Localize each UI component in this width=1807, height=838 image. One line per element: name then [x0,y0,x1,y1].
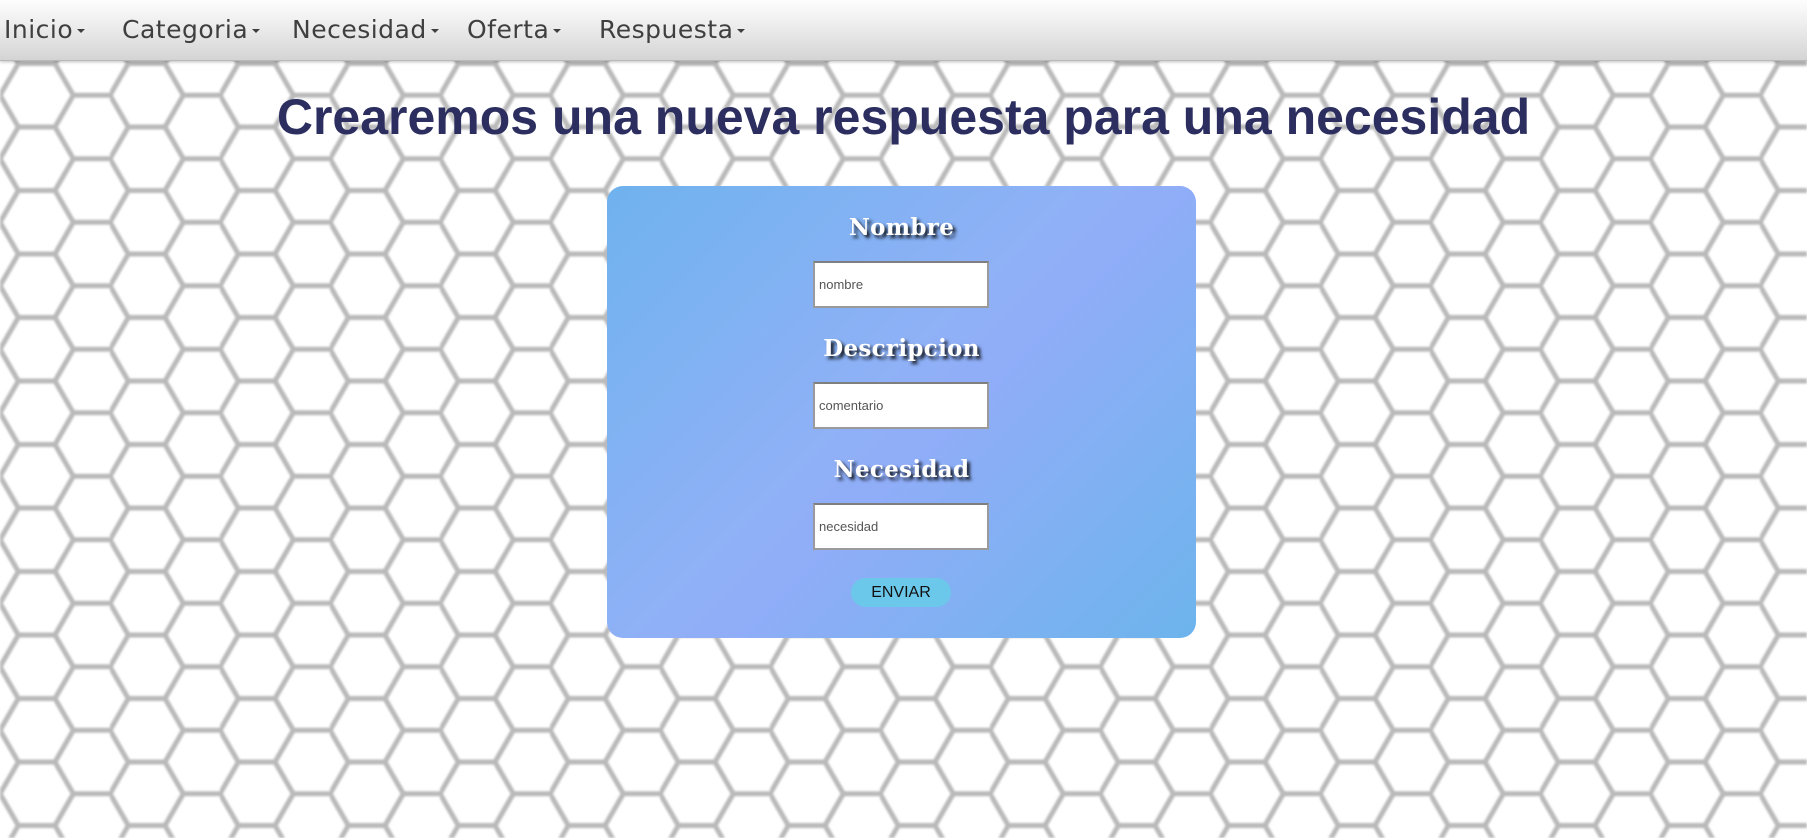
nombre-input[interactable] [813,261,989,308]
caret-down-icon [252,28,261,33]
caret-down-icon [737,28,746,33]
enviar-button[interactable]: ENVIAR [851,578,951,607]
nav-item-label: Categoria [122,14,249,44]
nav-item-label: Inicio [4,14,74,44]
nav-item-necesidad[interactable]: Necesidad [292,0,439,58]
nav-item-respuesta[interactable]: Respuesta [599,0,746,58]
nav-item-categoria[interactable]: Categoria [122,0,261,58]
nav-item-inicio[interactable]: Inicio [4,0,86,58]
necesidad-label: Necesidad [833,456,970,483]
nav-item-label: Necesidad [292,14,427,44]
top-navbar: Inicio Categoria Necesidad Oferta Respue… [0,0,1807,61]
nombre-label: Nombre [848,214,955,241]
response-form: Nombre Descripcion Necesidad ENVIAR [607,186,1196,638]
caret-down-icon [77,28,86,33]
caret-down-icon [553,28,562,33]
nav-item-label: Respuesta [599,14,734,44]
nav-item-oferta[interactable]: Oferta [467,0,562,58]
comentario-input[interactable] [813,382,989,429]
necesidad-input[interactable] [813,503,989,550]
page-title: Crearemos una nueva respuesta para una n… [276,89,1531,145]
descripcion-label: Descripcion [823,335,980,362]
nav-item-label: Oferta [467,14,550,44]
caret-down-icon [430,28,439,33]
